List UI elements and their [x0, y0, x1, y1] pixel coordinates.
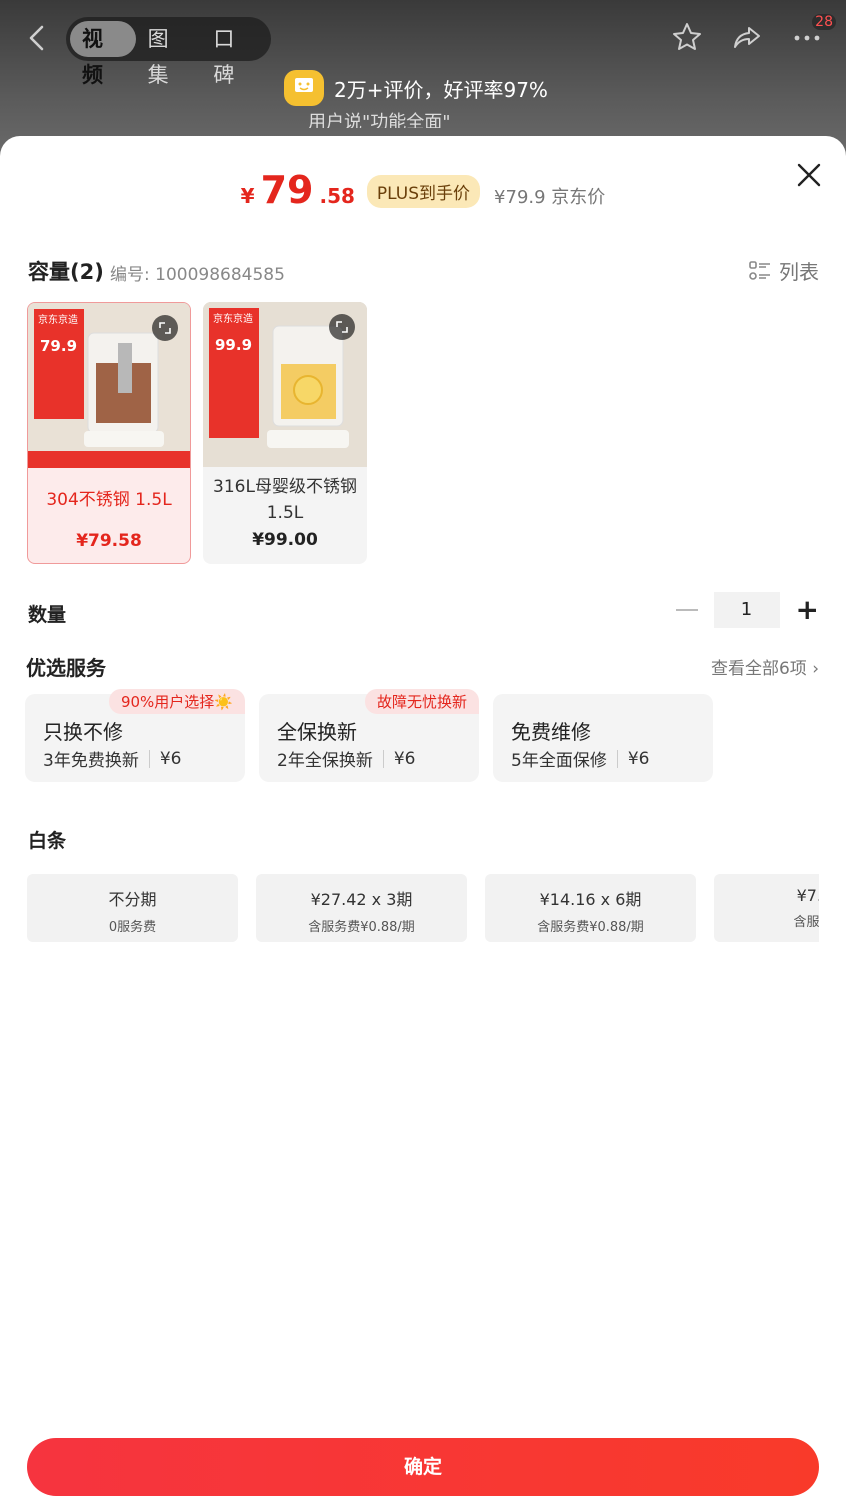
- service-tag: 故障无忧换新: [364, 689, 479, 714]
- divider: [382, 749, 384, 768]
- installment-option-3[interactable]: ¥27.42 x 3期 含服务费¥0.88/期: [256, 874, 467, 942]
- service-price: ¥6: [627, 748, 650, 769]
- tab-gallery[interactable]: 图集: [136, 21, 202, 87]
- price-decimal: .58: [319, 184, 355, 208]
- more-icon[interactable]: 28: [790, 14, 836, 54]
- service-desc: 2年全保换新: [277, 751, 373, 771]
- divider: [616, 749, 618, 768]
- variant-image: 京东京造 99.9: [203, 302, 367, 467]
- expand-icon[interactable]: [329, 314, 355, 340]
- service-card-free-repair[interactable]: 免费维修 5年全面保修 ¥6: [493, 694, 713, 782]
- price-integer: 79: [260, 168, 314, 212]
- confirm-button[interactable]: 确定: [27, 1438, 819, 1496]
- top-actions: 28: [670, 14, 836, 54]
- installment-fee: 含服务费: [793, 915, 819, 930]
- service-desc: 3年免费换新: [43, 751, 139, 771]
- baitiao-title: 白条: [28, 830, 67, 852]
- tab-video[interactable]: 视频: [70, 21, 136, 87]
- installment-main: ¥7.53: [796, 886, 819, 905]
- view-all-label: 查看全部6项: [710, 659, 807, 679]
- variant-price: ¥99.00: [252, 530, 318, 550]
- variant-label: 304不锈钢 1.5L: [46, 490, 172, 510]
- list-view-toggle[interactable]: 列表: [749, 256, 819, 285]
- sku-number: 编号: 100098684585: [110, 265, 285, 285]
- installment-option-none[interactable]: 不分期 0服务费: [27, 874, 238, 942]
- variant-label: 316L母婴级不锈钢 1.5L: [213, 477, 357, 523]
- media-tab-bar: 视频 图集 口碑: [66, 17, 271, 87]
- review-quote: 用户说"功能全面": [308, 112, 451, 128]
- brand-label: 京东京造: [213, 314, 253, 325]
- view-all-services-link[interactable]: 查看全部6项 ›: [711, 654, 819, 679]
- tab-reviews[interactable]: 口碑: [201, 21, 267, 87]
- quantity-input[interactable]: 1: [713, 592, 780, 628]
- service-name: 只换不修: [43, 720, 123, 744]
- installment-fee: 0服务费: [108, 920, 157, 935]
- variant-price: ¥79.58: [76, 531, 142, 551]
- variant-image: 京东京造 79.9: [28, 303, 190, 468]
- quantity-label: 数量: [28, 604, 67, 626]
- share-icon[interactable]: [730, 20, 764, 54]
- service-card-full-protection[interactable]: 故障无忧换新 全保换新 2年全保换新 ¥6: [259, 689, 479, 782]
- service-name: 全保换新: [277, 720, 357, 744]
- variant-image-price: 79.9: [40, 337, 78, 355]
- installment-main: 不分期: [108, 890, 157, 909]
- price-row: ¥ 79 .58 PLUS到手价 ¥79.9 京东价: [0, 168, 846, 212]
- list-icon: [749, 260, 770, 280]
- service-tag: 90%用户选择☀️: [108, 689, 245, 714]
- chevron-right-icon: ›: [812, 659, 819, 679]
- installment-fee: 含服务费¥0.88/期: [308, 920, 415, 935]
- service-desc: 5年全面保修: [511, 751, 607, 771]
- installment-option-6[interactable]: ¥14.16 x 6期 含服务费¥0.88/期: [485, 874, 696, 942]
- services-title: 优选服务: [26, 656, 106, 680]
- capacity-title: 容量(2): [28, 260, 104, 284]
- installment-options: 不分期 0服务费 ¥27.42 x 3期 含服务费¥0.88/期 ¥14.16 …: [27, 874, 819, 944]
- favorite-star-icon[interactable]: [670, 20, 704, 54]
- variant-image-price: 99.9: [215, 336, 253, 354]
- review-summary-text: 2万+评价，好评率97%: [334, 77, 548, 102]
- review-emoji-icon: [284, 70, 324, 106]
- plus-price-tag: PLUS到手价: [366, 175, 481, 208]
- expand-icon[interactable]: [152, 315, 178, 341]
- variant-card-316l[interactable]: 京东京造 99.9 316L母婴级不锈钢 1.5L ¥99.00: [203, 302, 367, 564]
- review-summary[interactable]: 2万+评价，好评率97%: [284, 70, 548, 106]
- service-price: ¥6: [393, 748, 416, 769]
- variant-card-304[interactable]: 京东京造 79.9 304不锈钢 1.5L ¥79.58: [27, 302, 191, 564]
- installment-main: ¥27.42 x 3期: [310, 890, 413, 909]
- installment-fee: 含服务费¥0.88/期: [537, 920, 644, 935]
- back-icon[interactable]: [22, 22, 54, 54]
- service-price: ¥6: [159, 748, 182, 769]
- divider: [148, 749, 150, 768]
- quantity-stepper: 1 +: [675, 592, 819, 628]
- installment-option-12[interactable]: ¥7.53 含服务费: [714, 874, 819, 942]
- price-currency: ¥: [240, 184, 255, 208]
- installment-main: ¥14.16 x 6期: [539, 890, 642, 909]
- message-badge: 28: [812, 14, 836, 30]
- jd-price: ¥79.9 京东价: [494, 187, 606, 208]
- service-card-replace-only[interactable]: 90%用户选择☀️ 只换不修 3年免费换新 ¥6: [25, 689, 245, 782]
- brand-label: 京东京造: [38, 315, 78, 326]
- quantity-increase-button[interactable]: +: [796, 596, 819, 624]
- quantity-decrease-button[interactable]: [675, 609, 698, 611]
- list-toggle-label: 列表: [779, 260, 819, 284]
- spec-selector-sheet: ¥ 79 .58 PLUS到手价 ¥79.9 京东价 容量(2) 编号: 100…: [0, 136, 846, 1505]
- service-name: 免费维修: [511, 720, 591, 744]
